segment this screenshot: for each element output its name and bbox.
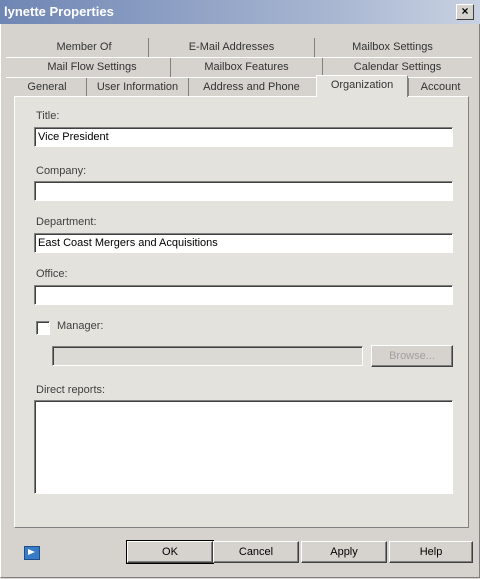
department-label: Department:: [36, 216, 97, 228]
help-icon[interactable]: [24, 546, 40, 560]
cancel-button[interactable]: Cancel: [213, 541, 299, 563]
browse-button[interactable]: Browse...: [371, 345, 453, 367]
tab-general[interactable]: General: [8, 78, 86, 97]
department-field[interactable]: East Coast Mergers and Acquisitions: [34, 233, 453, 253]
tab-account[interactable]: Account: [408, 78, 472, 97]
title-bar: lynette Properties ×: [0, 0, 480, 24]
office-label: Office:: [36, 268, 68, 280]
direct-reports-list[interactable]: [34, 400, 453, 494]
tab-mailbox-features[interactable]: Mailbox Features: [170, 58, 322, 77]
company-label: Company:: [36, 165, 87, 177]
tab-address-and-phone[interactable]: Address and Phone: [188, 78, 314, 97]
tab-mailbox-settings[interactable]: Mailbox Settings: [314, 38, 470, 57]
company-field[interactable]: [34, 181, 453, 201]
help-button[interactable]: Help: [389, 541, 473, 563]
tab-email-addresses[interactable]: E-Mail Addresses: [148, 38, 314, 57]
manager-label: Manager:: [57, 320, 104, 332]
tab-member-of[interactable]: Member Of: [20, 38, 148, 57]
apply-button[interactable]: Apply: [301, 541, 387, 563]
title-label: Title:: [36, 110, 60, 122]
manager-field: [52, 346, 363, 366]
tab-user-information[interactable]: User Information: [86, 78, 188, 97]
tab-mail-flow-settings[interactable]: Mail Flow Settings: [14, 58, 170, 77]
ok-button[interactable]: OK: [126, 540, 214, 564]
office-field[interactable]: [34, 285, 453, 305]
close-button[interactable]: ×: [456, 4, 474, 20]
direct-reports-label: Direct reports:: [36, 384, 106, 396]
window-title: lynette Properties: [4, 4, 114, 19]
tab-organization[interactable]: Organization: [316, 75, 408, 97]
title-field[interactable]: Vice President: [34, 127, 453, 147]
manager-checkbox[interactable]: [36, 321, 50, 335]
